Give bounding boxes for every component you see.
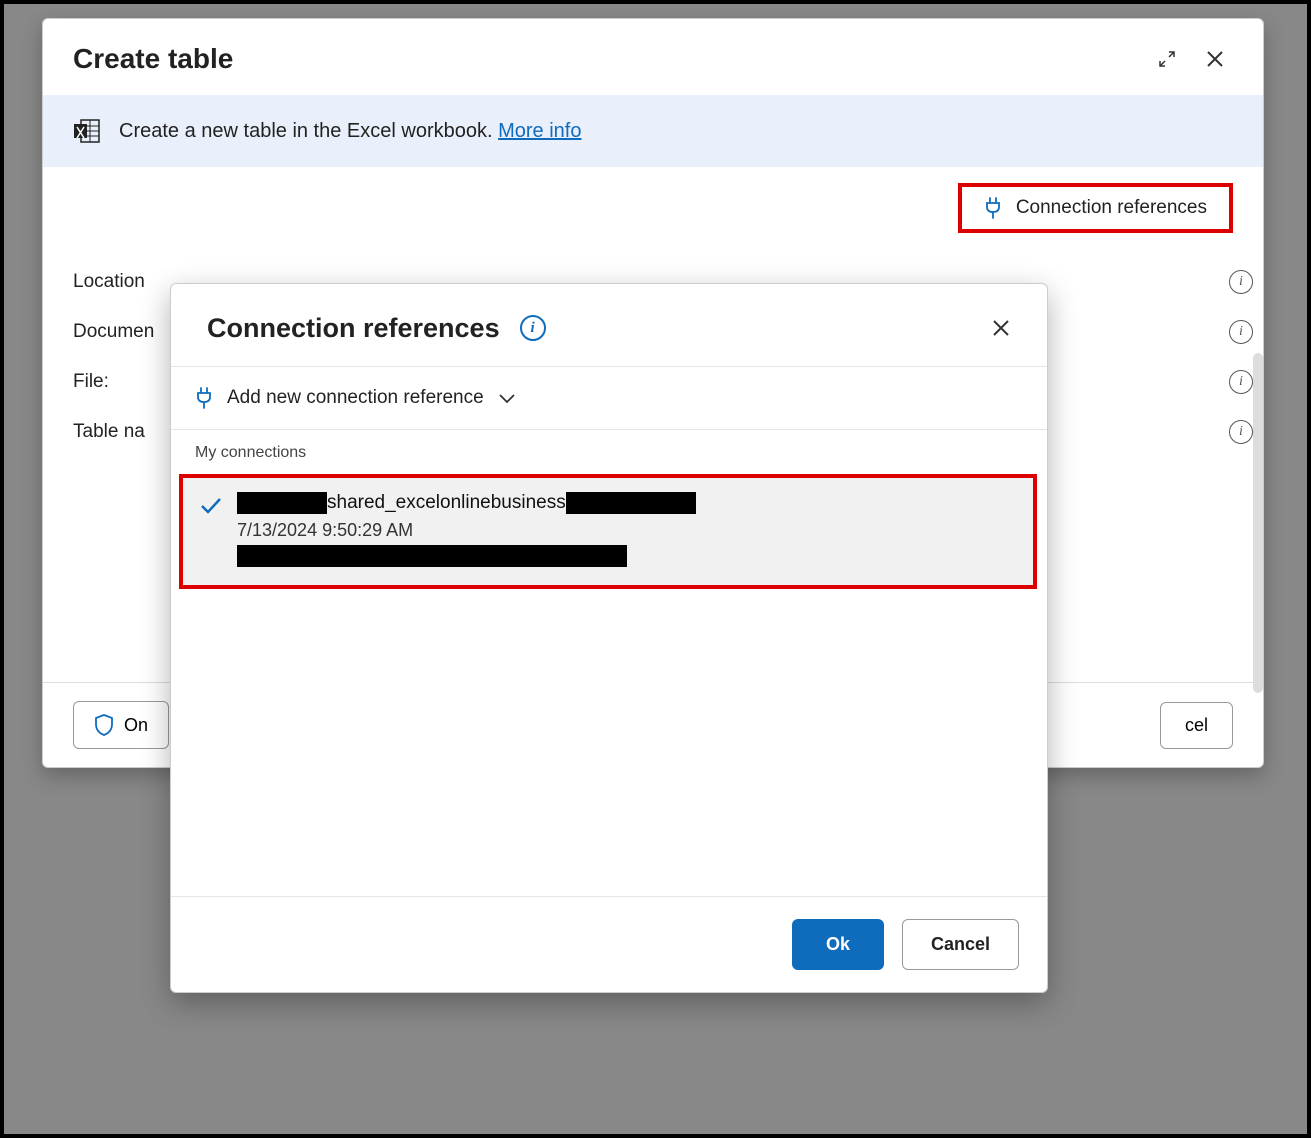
security-label: On [124, 715, 148, 736]
add-connection-label: Add new connection reference [227, 387, 484, 409]
connection-ref-row: Connection references [43, 167, 1263, 243]
check-icon [199, 496, 223, 567]
excel-icon [73, 117, 101, 145]
info-banner: Create a new table in the Excel workbook… [43, 95, 1263, 167]
close-icon[interactable] [983, 310, 1019, 346]
redacted-text [237, 545, 627, 567]
banner-text: Create a new table in the Excel workbook… [119, 120, 581, 143]
dialog-title: Create table [73, 43, 1137, 75]
info-icon[interactable]: i [1229, 270, 1253, 294]
redacted-text [566, 492, 696, 514]
cancel-label: cel [1185, 715, 1208, 735]
scrollbar[interactable] [1253, 353, 1263, 693]
banner-text-content: Create a new table in the Excel workbook… [119, 120, 498, 142]
shield-icon [94, 714, 114, 736]
my-connections-label: My connections [171, 430, 1047, 468]
add-connection-reference-button[interactable]: Add new connection reference [171, 366, 1047, 430]
connection-timestamp: 7/13/2024 9:50:29 AM [237, 520, 1017, 541]
expand-icon[interactable] [1149, 41, 1185, 77]
more-info-link[interactable]: More info [498, 120, 581, 142]
plug-icon [984, 197, 1002, 219]
close-icon[interactable] [1197, 41, 1233, 77]
connection-item[interactable]: shared_excelonlinebusiness 7/13/2024 9:5… [179, 474, 1037, 589]
plug-icon [195, 387, 213, 409]
security-button[interactable]: On [73, 701, 169, 749]
redacted-text [237, 492, 327, 514]
popup-body: shared_excelonlinebusiness 7/13/2024 9:5… [171, 468, 1047, 896]
info-icon[interactable]: i [1229, 420, 1253, 444]
popup-header: Connection references i [171, 284, 1047, 366]
info-icon[interactable]: i [520, 315, 546, 341]
popup-title: Connection references [207, 313, 500, 344]
cancel-button[interactable]: Cancel [902, 919, 1019, 970]
connection-name-middle: shared_excelonlinebusiness [327, 492, 566, 514]
info-icon[interactable]: i [1229, 370, 1253, 394]
dialog-header: Create table [43, 19, 1263, 95]
cancel-button-partial[interactable]: cel [1160, 702, 1233, 749]
connection-name: shared_excelonlinebusiness [237, 492, 1017, 514]
popup-footer: Ok Cancel [171, 896, 1047, 992]
chevron-down-icon [498, 392, 516, 404]
ok-button[interactable]: Ok [792, 919, 884, 970]
connection-text: shared_excelonlinebusiness 7/13/2024 9:5… [237, 492, 1017, 567]
connection-references-popup: Connection references i Add new connecti… [170, 283, 1048, 993]
connection-references-button[interactable]: Connection references [958, 183, 1233, 233]
connection-references-label: Connection references [1016, 197, 1207, 219]
info-icon[interactable]: i [1229, 320, 1253, 344]
